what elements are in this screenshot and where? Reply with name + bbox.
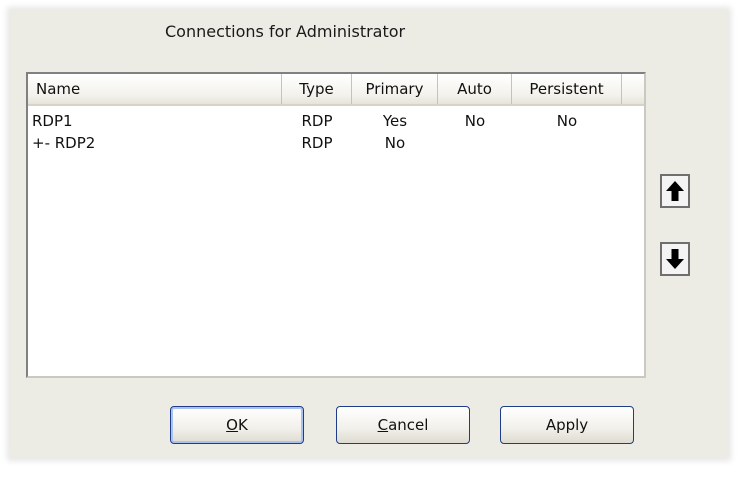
arrow-down-icon (666, 249, 684, 269)
list-row-rdp1[interactable]: RDP1 RDP Yes No No (28, 110, 644, 132)
cell-name: RDP1 (32, 112, 73, 130)
cell-primary: Yes (382, 112, 408, 130)
column-header-persistent[interactable]: Persistent (512, 74, 622, 104)
column-header-auto[interactable]: Auto (438, 74, 512, 104)
column-header-primary[interactable]: Primary (352, 74, 438, 104)
column-header-name[interactable]: Name (28, 74, 282, 104)
cancel-label-rest: ancel (388, 416, 429, 434)
list-header: Name Type Primary Auto Persistent (28, 74, 644, 106)
ok-button-label: OK (226, 416, 248, 434)
cancel-mnemonic: C (377, 416, 389, 434)
column-header-type[interactable]: Type (282, 74, 352, 104)
cell-persistent: No (556, 112, 578, 130)
cancel-button-label: Cancel (378, 416, 429, 434)
cell-primary: No (384, 134, 406, 152)
apply-button[interactable]: Apply (500, 406, 634, 444)
dialog-title: Connections for Administrator (165, 22, 406, 41)
ok-label-rest: K (237, 416, 248, 434)
list-row-rdp2[interactable]: +- RDP2 RDP No (28, 132, 644, 154)
connections-dialog: Connections for Administrator Name Type … (10, 10, 728, 458)
arrow-up-icon (666, 181, 684, 201)
cell-type: RDP (301, 112, 333, 130)
cell-type: RDP (301, 134, 333, 152)
move-down-button[interactable] (660, 242, 690, 276)
apply-button-label: Apply (545, 416, 589, 434)
cancel-button[interactable]: Cancel (336, 406, 470, 444)
move-up-button[interactable] (660, 174, 690, 208)
cell-name: +- RDP2 (32, 134, 96, 152)
cell-auto: No (464, 112, 486, 130)
connections-list[interactable]: Name Type Primary Auto Persistent RDP1 R… (26, 72, 646, 378)
ok-mnemonic: O (226, 416, 238, 434)
ok-button[interactable]: OK (170, 406, 304, 444)
